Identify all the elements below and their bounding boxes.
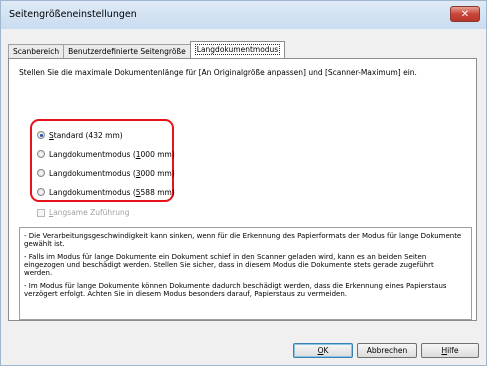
radio-langdokument-5588[interactable]: Langdokumentmodus (5588 mm) [37,186,175,198]
title-bar[interactable]: Seitengrößeneinstellungen ✕ [1,1,486,29]
tab-strip: Scanbereich Benutzerdefinierte Seitengrö… [8,41,286,58]
intro-text: Stellen Sie die maximale Dokumentenlänge… [19,68,417,77]
help-button[interactable]: Hilfe [421,343,479,358]
close-button[interactable]: ✕ [450,6,480,22]
tab-panel-langdokumentmodus: Stellen Sie die maximale Dokumentenlänge… [8,58,477,321]
cancel-button[interactable]: Abbrechen [357,343,417,358]
slow-feed-checkbox [37,208,45,217]
window-title: Seitengrößeneinstellungen [9,9,137,20]
dialog-window: Seitengrößeneinstellungen ✕ Scanbereich … [0,0,487,366]
notes-box: - Die Verarbeitungsgeschwindigkeit kann … [19,227,472,320]
radio-button-checked[interactable] [37,131,45,139]
note-skew: - Falls im Modus für lange Dokumente ein… [24,253,434,277]
radio-label: Langdokumentmodus (5588 mm) [49,187,175,197]
tab-scanbereich[interactable]: Scanbereich [8,44,65,58]
note-jam: - Im Modus für lange Dokumente können Do… [24,282,447,298]
radio-langdokument-3000[interactable]: Langdokumentmodus (3000 mm) [37,167,175,179]
radio-label: Langdokumentmodus (1000 mm) [49,149,175,159]
radio-label: Langdokumentmodus (3000 mm) [49,168,175,178]
radio-langdokument-1000[interactable]: Langdokumentmodus (1000 mm) [37,148,175,160]
dialog-client-area: Scanbereich Benutzerdefinierte Seitengrö… [2,29,485,364]
tab-benutzerdefinierte-seitengroesse[interactable]: Benutzerdefinierte Seitengröße [63,44,191,58]
close-icon: ✕ [460,9,470,20]
tab-langdokumentmodus[interactable]: Langdokumentmodus [189,41,286,58]
radio-standard[interactable]: Standard (432 mm) [37,129,123,141]
radio-button[interactable] [37,188,45,196]
slow-feed-label: Langsame Zuführung [49,208,130,217]
slow-feed-checkbox-row: Langsame Zuführung [37,208,130,217]
ok-button[interactable]: OK [293,343,353,358]
radio-button[interactable] [37,150,45,158]
note-speed: - Die Verarbeitungsgeschwindigkeit kann … [24,232,462,248]
radio-label: Standard (432 mm) [49,130,123,140]
radio-button[interactable] [37,169,45,177]
